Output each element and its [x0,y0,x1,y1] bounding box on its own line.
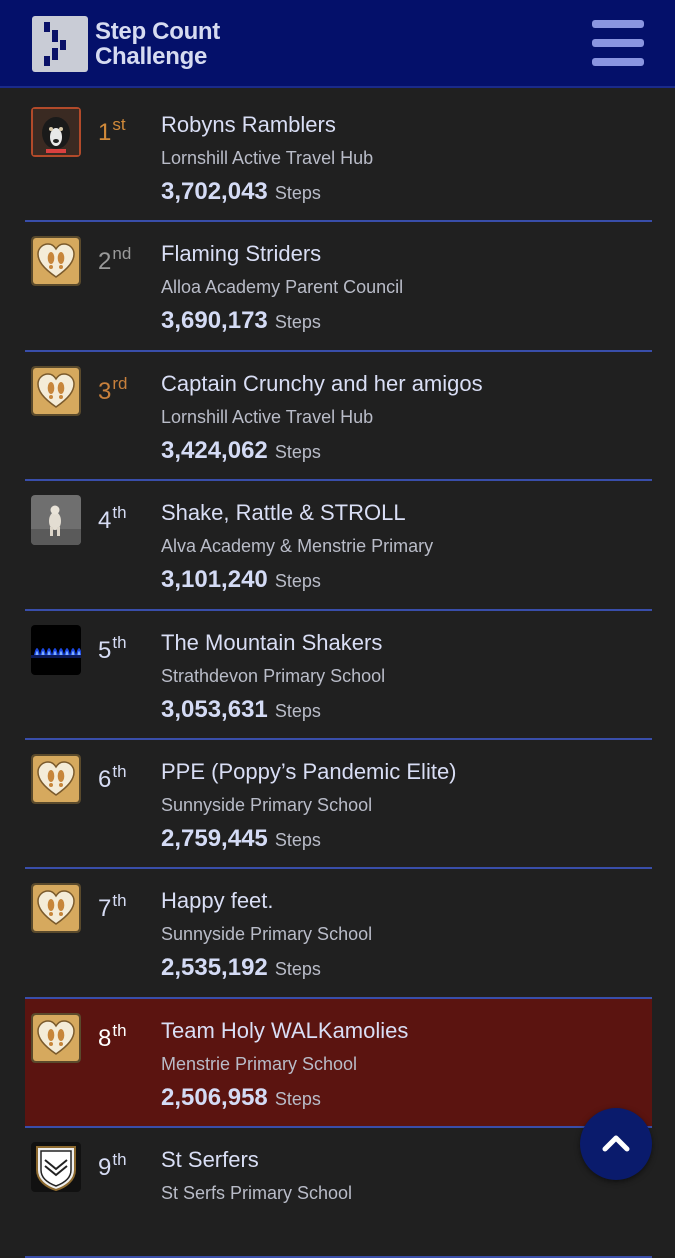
step-count: 3,101,240 Steps [161,566,321,594]
leaderboard-row[interactable]: 3rd Captain Crunchy and her amigos Lornshi… [25,352,652,482]
step-count-value: 2,535,192 [161,954,268,982]
step-count-value: 3,702,043 [161,178,268,205]
team-name[interactable]: Flaming Striders [161,241,321,267]
step-count-unit: Steps [274,700,321,721]
leaderboard-row[interactable]: 7th Happy feet. Sunnyside Primary School 2,… [25,869,652,999]
leaderboard-row[interactable]: 9th St Serfers St Serfs Primary School [25,1128,652,1258]
app-header: Step Count Challenge [0,0,675,88]
team-name[interactable]: Team Holy WALKamolies [161,1018,408,1044]
step-count-value: 3,690,173 [161,307,268,335]
leaderboard-row[interactable]: 5th The Mountain Shakers Strathdevon Prima… [25,611,652,740]
rank-position: 2nd [98,244,131,276]
rank-position: 4th [98,503,127,535]
small-dog-photo-avatar-icon [31,495,81,546]
step-count-unit: Steps [274,312,321,333]
heart-footprints-badge-avatar-icon [31,365,81,416]
rank-suffix: th [112,503,127,523]
heart-footprints-badge-avatar-icon [31,753,81,804]
team-organisation: St Serfs Primary School [161,1183,353,1204]
step-count-value: 2,759,445 [161,824,268,852]
rank-suffix: th [112,1020,127,1040]
step-count-unit: Steps [274,1088,321,1109]
step-count-value: 3,101,240 [161,566,268,594]
rank-number: 2 [98,248,112,276]
rank-number: 3 [98,377,112,405]
step-count-value: 3,053,631 [161,695,268,723]
team-organisation: Menstrie Primary School [161,1053,358,1074]
rank-suffix: th [112,632,127,652]
step-count: 3,424,062 Steps [161,437,321,465]
team-organisation: Sunnyside Primary School [161,924,373,945]
team-organisation: Alloa Academy Parent Council [161,277,404,298]
team-name[interactable]: The Mountain Shakers [161,630,382,656]
rank-position: 5th [98,633,127,665]
rank-number: 6 [98,765,112,793]
rank-number: 5 [98,636,112,664]
leaderboard-row[interactable]: 6th PPE (Poppy’s Pandemic Elite) Sunnyside… [25,740,652,870]
step-count: 3,690,173 Steps [161,307,321,335]
step-count: 3,702,043 Steps [161,178,321,206]
scroll-to-top-button[interactable] [580,1108,652,1180]
team-name[interactable]: PPE (Poppy’s Pandemic Elite) [161,759,457,785]
team-name[interactable]: Captain Crunchy and her amigos [161,371,483,397]
leaderboard-row[interactable]: 4th Shake, Rattle & STROLL Alva Academy & … [25,481,652,611]
rank-suffix: th [112,761,127,781]
rank-number: 7 [98,895,112,923]
rank-position: 7th [98,891,127,923]
team-organisation: Sunnyside Primary School [161,794,373,815]
heart-footprints-badge-avatar-icon [31,236,81,287]
logo-line-1: Step Count [95,18,220,45]
step-count-unit: Steps [274,571,321,592]
step-count: 2,759,445 Steps [161,825,321,853]
step-count-unit: Steps [274,829,321,850]
rank-suffix: st [112,115,126,134]
step-count-value: 2,506,958 [161,1083,268,1111]
team-name[interactable]: St Serfers [161,1147,259,1173]
rank-number: 1 [98,119,112,146]
heart-footprints-badge-avatar-icon [31,883,81,934]
rank-position: 8th [98,1021,127,1053]
rank-suffix: nd [112,244,132,264]
leaderboard-row[interactable]: 8th Team Holy WALKamolies Menstrie Primary… [25,998,652,1129]
rank-number: 4 [98,507,112,535]
step-count: 2,506,958 Steps [161,1084,321,1112]
leaderboard-list: 1st Robyns Ramblers Lornshill Active Trave… [25,93,652,1258]
dog-photo-avatar-icon [31,107,81,157]
team-organisation: Lornshill Active Travel Hub [161,406,374,427]
leaderboard-row[interactable]: 1st Robyns Ramblers Lornshill Active Trave… [25,93,652,223]
heart-footprints-badge-avatar-icon [31,1012,81,1063]
rank-number: 9 [98,1154,112,1182]
rank-position: 9th [98,1150,127,1182]
rank-suffix: rd [112,373,128,393]
blue-flame-photo-avatar-icon [31,624,81,675]
app-logo-text[interactable]: Step Count Challenge [95,19,220,69]
step-count-unit: Steps [274,959,321,980]
rank-position: 6th [98,762,127,794]
team-name[interactable]: Robyns Ramblers [161,112,336,138]
logo-line-2: Challenge [95,43,207,70]
team-organisation: Strathdevon Primary School [161,665,386,686]
team-name[interactable]: Shake, Rattle & STROLL [161,500,406,526]
step-count: 3,053,631 Steps [161,696,321,724]
school-crest-badge-avatar-icon [31,1142,81,1193]
rank-position: 1st [98,115,126,147]
step-count-logo-icon[interactable] [32,16,88,72]
step-count-unit: Steps [274,183,321,203]
step-count: 2,535,192 Steps [161,954,321,982]
team-organisation: Alva Academy & Menstrie Primary [161,536,434,557]
rank-position: 3rd [98,374,127,406]
team-organisation: Lornshill Active Travel Hub [161,148,374,168]
team-name[interactable]: Happy feet. [161,888,274,914]
chevron-up-icon [602,1135,630,1152]
step-count-unit: Steps [274,441,321,462]
step-count-value: 3,424,062 [161,436,268,464]
leaderboard-row[interactable]: 2nd Flaming Striders Alloa Academy Parent … [25,222,652,352]
rank-suffix: th [112,891,127,911]
hamburger-menu-icon[interactable] [592,20,644,66]
rank-number: 8 [98,1024,112,1052]
rank-suffix: th [112,1150,127,1170]
